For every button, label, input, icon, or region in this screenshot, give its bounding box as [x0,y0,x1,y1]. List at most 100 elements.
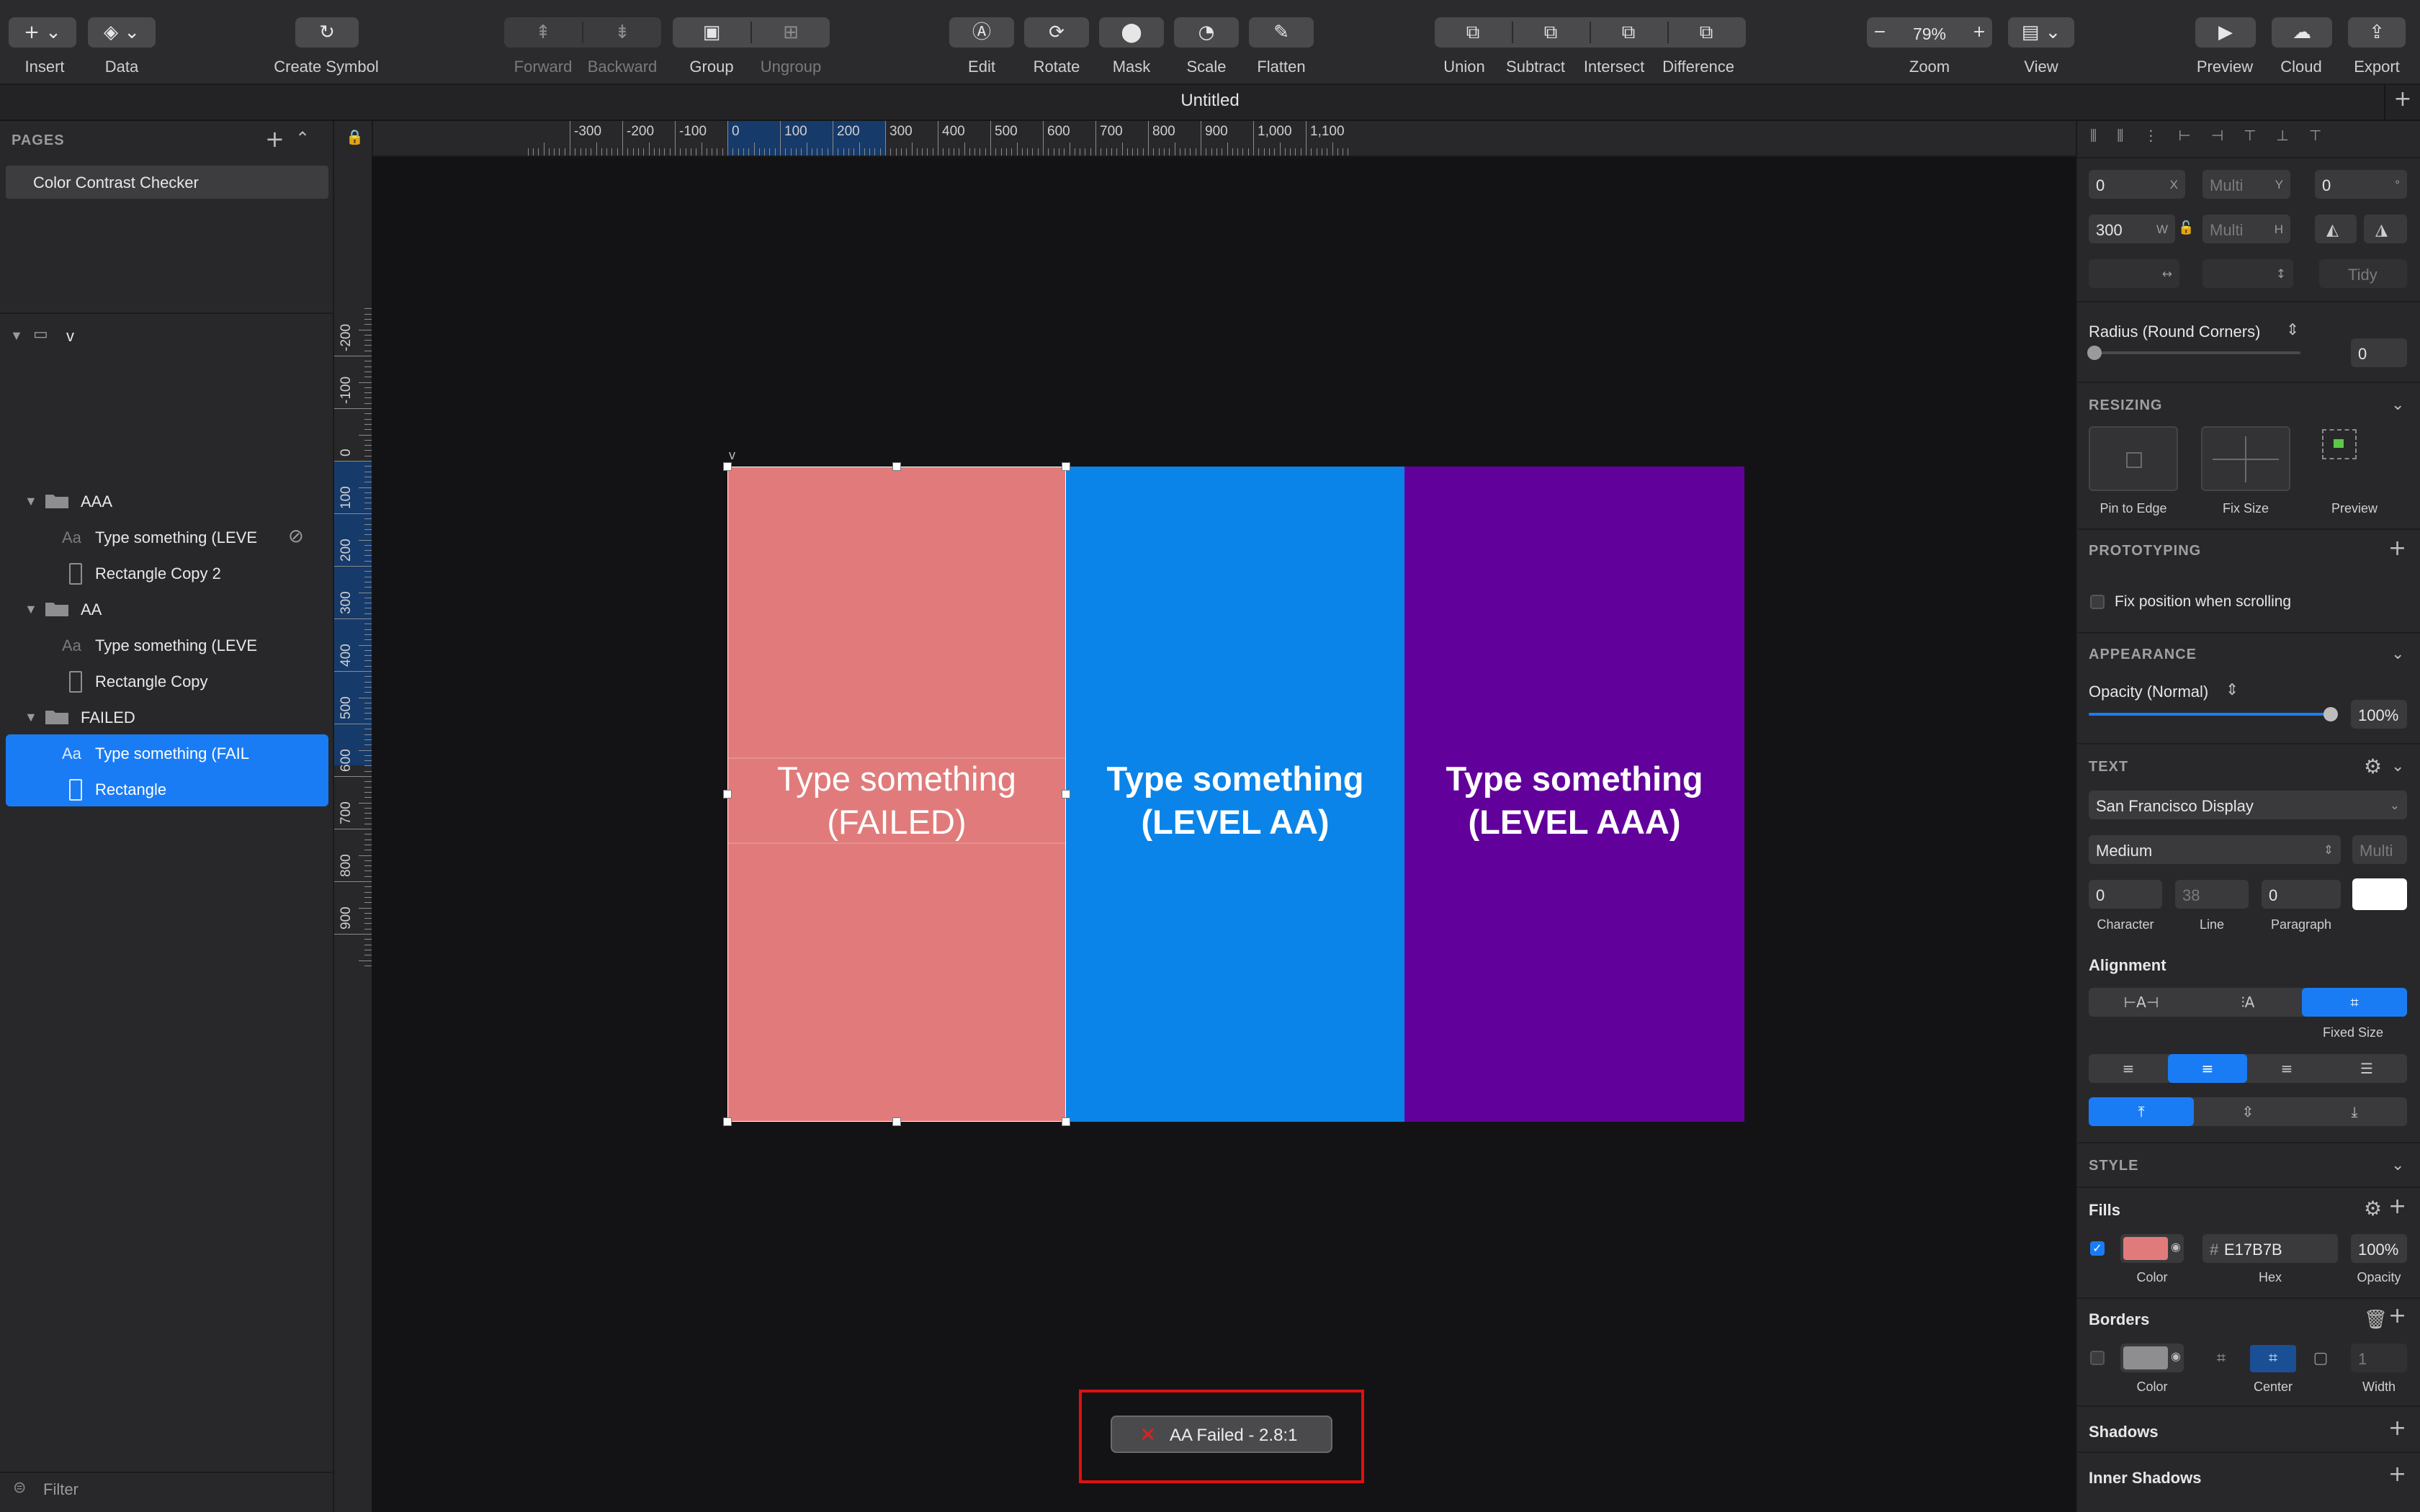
align-toolbar[interactable]: ⫼⫼⋮⊢⊣⊤⊥⊤ [2090,127,2414,153]
layer-rectangle-copy-2[interactable]: Rectangle Copy 2 [0,556,333,590]
layer-text-failed[interactable]: Aa Type something (FAIL [0,736,333,770]
resize-handle[interactable] [892,1117,901,1126]
blend-mode-chevron-icon[interactable]: ⇕ [2226,681,2238,699]
zoom-value[interactable]: 79% [1893,24,1966,44]
collapse-pages-chevron-icon[interactable]: ⌃ [295,128,310,148]
text-settings-gear-icon[interactable]: ⚙ [2364,755,2382,778]
panel-level-aa[interactable]: Type something (LEVEL AA) [1066,467,1404,1122]
panel-level-aaa[interactable]: Type something (LEVEL AAA) [1404,467,1744,1122]
lock-ratio-icon[interactable]: 🔓 [2178,220,2194,235]
radius-mode-chevron-icon[interactable]: ⇕ [2286,321,2299,339]
export-button[interactable]: ⇪ Export [2344,0,2410,84]
align-middle-button[interactable]: ⇳ [2195,1097,2300,1126]
layer-group-aaa[interactable]: ▼ AAA [0,484,333,518]
flatten-button[interactable]: ✎ Flatten [1249,0,1314,84]
radius-slider[interactable] [2089,351,2300,354]
align-right-button[interactable]: ≡ [2247,1054,2326,1083]
edit-button[interactable]: Ⓐ Edit [949,0,1014,84]
insert-button[interactable]: + ⌄ Insert [9,0,81,84]
add-shadow-plus-icon[interactable]: + [2388,1416,2406,1441]
radius-field[interactable]: 0 [2351,338,2407,367]
add-page-plus-icon[interactable]: + [265,125,284,153]
layer-text-aaa[interactable]: Aa Type something (LEVE ⊘ [0,520,333,554]
font-family-select[interactable]: San Francisco Display ⌄ [2089,791,2407,819]
spacing-v-field[interactable]: ↕ [2202,259,2293,288]
rotate-button[interactable]: ⟳ Rotate [1024,0,1089,84]
resize-handle[interactable] [1062,462,1070,471]
filter-field[interactable]: Filter [43,1480,79,1499]
new-tab-plus-icon[interactable]: + [2390,86,2416,115]
add-inner-shadow-plus-icon[interactable]: + [2388,1462,2406,1487]
align-center-button[interactable]: ≡ [2168,1054,2247,1083]
border-color-well[interactable]: ◉ [2120,1344,2184,1372]
fill-color-well[interactable]: ◉ [2120,1234,2184,1263]
disclosure-triangle-icon[interactable]: ▼ [10,328,23,343]
scale-button[interactable]: ◔ Scale [1174,0,1239,84]
layer-artboard[interactable]: ▼ ▭ v [0,318,333,353]
mask-button[interactable]: ⬤ Mask [1099,0,1164,84]
page-item-color-contrast-checker[interactable]: Color Contrast Checker [6,166,328,199]
layer-rectangle[interactable]: Rectangle [0,772,333,806]
flip-horizontal-button[interactable]: ◭ [2315,215,2357,243]
resize-handle[interactable] [723,1117,732,1126]
preview-button[interactable]: ▶ Preview [2192,0,2257,84]
paragraph-spacing-field[interactable]: 0 [2262,880,2341,909]
appearance-chevron-icon[interactable]: ⌄ [2391,645,2404,663]
resize-handle[interactable] [1062,790,1070,798]
fill-enabled-checkbox[interactable]: ✓ [2090,1241,2105,1256]
layer-text-aa[interactable]: Aa Type something (LEVE [0,628,333,662]
add-border-plus-icon[interactable]: + [2388,1303,2406,1328]
flip-vertical-button[interactable]: ◮ [2364,215,2407,243]
disclosure-triangle-icon[interactable]: ▼ [24,602,37,617]
add-fill-plus-icon[interactable]: + [2388,1194,2406,1219]
text-color-swatch[interactable] [2352,878,2407,910]
opacity-slider-thumb[interactable] [2323,707,2338,721]
view-button[interactable]: ▤ ⌄ View [2008,0,2074,84]
align-justify-button[interactable]: ☰ [2326,1054,2407,1083]
lock-icon[interactable]: 🔒 [346,128,364,145]
spacing-h-field[interactable]: ↔ [2089,259,2179,288]
style-chevron-icon[interactable]: ⌄ [2391,1156,2404,1174]
align-bottom-button[interactable]: ⤓ [2302,1097,2407,1126]
resize-handle[interactable] [1062,1117,1070,1126]
border-width-field[interactable]: 1 [2351,1344,2407,1372]
tidy-button[interactable]: Tidy [2319,259,2407,288]
border-outside-button[interactable]: ▢ [2303,1345,2338,1372]
fix-position-checkbox[interactable] [2090,595,2105,609]
fix-size-widget[interactable] [2201,426,2290,491]
delete-border-trash-icon[interactable]: 🗑 [2364,1309,2388,1331]
resize-handle[interactable] [723,790,732,798]
disclosure-triangle-icon[interactable]: ▼ [24,710,37,725]
text-chevron-icon[interactable]: ⌄ [2391,757,2404,775]
pin-to-edge-widget[interactable] [2089,426,2178,491]
fill-hex-field[interactable]: # E17B7B [2202,1234,2338,1263]
width-field[interactable]: 300 W [2089,215,2175,243]
radius-slider-thumb[interactable] [2087,346,2102,360]
horizontal-ruler[interactable]: -300 -200 -100 0 100 200 300 400 500 600 700 800 900… [334,121,2076,157]
auto-width-button[interactable]: ⊢A⊣ [2089,988,2194,1017]
resizing-chevron-icon[interactable]: ⌄ [2391,396,2404,414]
fill-opacity-field[interactable]: 100% [2351,1234,2407,1263]
font-weight-select[interactable]: Medium ⇕ [2089,835,2341,864]
height-field[interactable]: Multi H [2202,215,2290,243]
artboard[interactable]: Type something (FAILED) Type something (… [723,462,1744,1126]
add-prototyping-plus-icon[interactable]: + [2388,536,2406,561]
vertical-ruler[interactable]: -200 -100 0 100 200 300 400 500 600 700 800 900 [334,156,373,1512]
border-inside-button[interactable]: ⌗ [2204,1345,2238,1372]
create-symbol-button[interactable]: ↻ Create Symbol [266,0,386,84]
opacity-slider[interactable] [2089,713,2331,716]
artboard-label[interactable]: v [729,448,735,463]
align-top-button[interactable]: ⤒ [2089,1097,2194,1126]
resize-handle[interactable] [892,462,901,471]
y-field[interactable]: Multi Y [2202,170,2290,199]
fixed-size-button[interactable]: ⌗ [2302,988,2407,1017]
layer-group-failed[interactable]: ▼ FAILED [0,700,333,734]
hidden-eye-icon[interactable]: ⊘ [288,526,304,547]
fills-settings-gear-icon[interactable]: ⚙ [2364,1197,2382,1220]
character-spacing-field[interactable]: 0 [2089,880,2162,909]
layer-group-aa[interactable]: ▼ AA [0,592,333,626]
panel-aa-text[interactable]: Type something (LEVEL AA) [1066,757,1404,844]
rotation-field[interactable]: 0 ° [2315,170,2407,199]
data-button[interactable]: ◈ ⌄ Data [88,0,156,84]
auto-height-button[interactable]: ⫶A [2195,988,2300,1017]
